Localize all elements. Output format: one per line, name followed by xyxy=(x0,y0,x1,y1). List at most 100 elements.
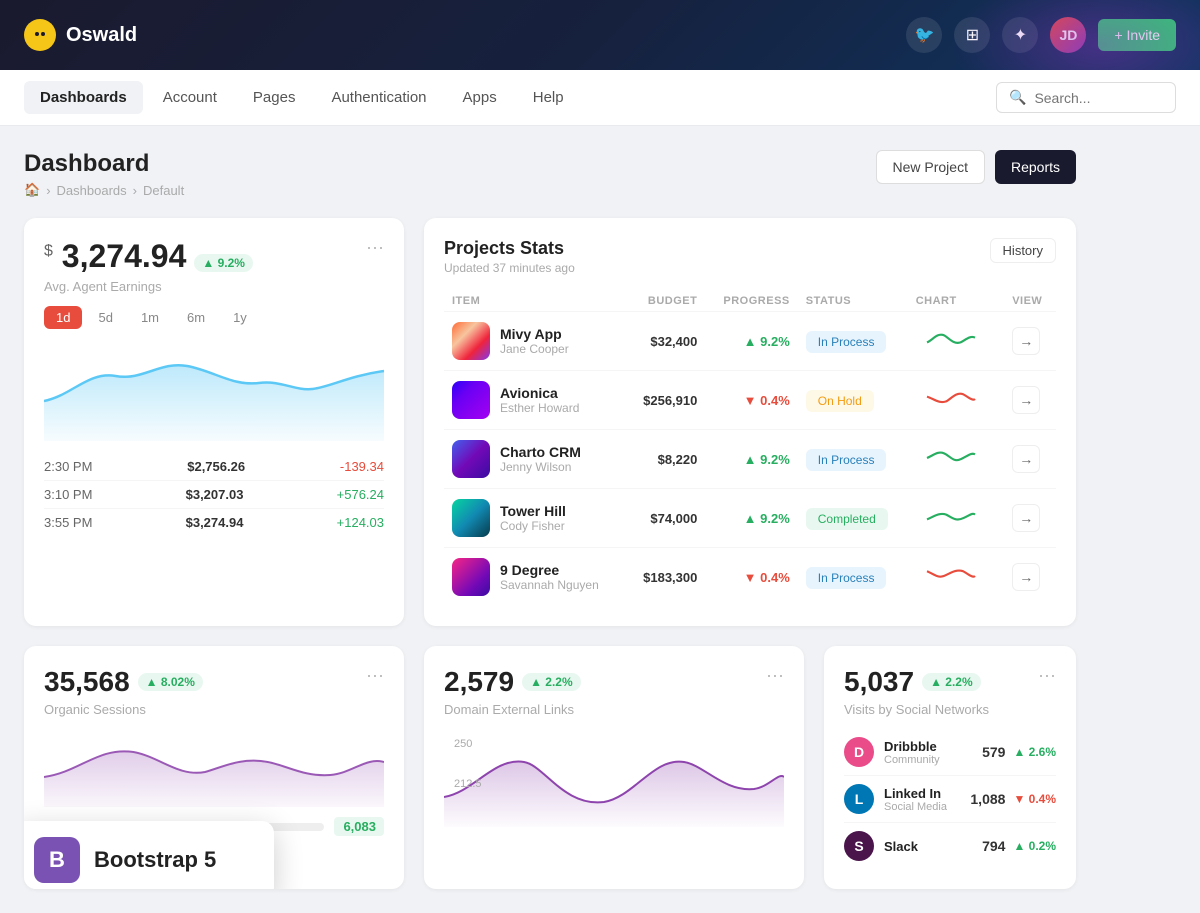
view-project-button[interactable]: → xyxy=(1012,386,1040,414)
reports-button[interactable]: Reports xyxy=(995,150,1076,184)
nav-item-authentication[interactable]: Authentication xyxy=(315,81,442,114)
projects-card: Projects Stats Updated 37 minutes ago Hi… xyxy=(424,218,1076,626)
project-chart xyxy=(908,371,1004,430)
table-row: 9 Degree Savannah Nguyen $183,300 ▼ 0.4%… xyxy=(444,548,1056,607)
view-project-button[interactable]: → xyxy=(1012,327,1040,355)
col-chart: CHART xyxy=(908,291,1004,312)
invite-button[interactable]: + Invite xyxy=(1098,19,1176,51)
social-count: 1,088 xyxy=(970,791,1005,807)
col-view: VIEW xyxy=(1004,291,1056,312)
organic-value: 35,568 xyxy=(44,666,130,698)
social-change: ▼ 0.4% xyxy=(1013,792,1056,806)
earnings-badge: ▲ 9.2% xyxy=(194,254,253,272)
project-budget: $8,220 xyxy=(627,430,706,489)
organic-more-button[interactable]: ⋯ xyxy=(366,666,384,687)
app-name: Oswald xyxy=(66,24,137,47)
social-change: ▲ 2.6% xyxy=(1013,745,1056,759)
table-row: Mivy App Jane Cooper $32,400 ▲ 9.2% In P… xyxy=(444,312,1056,371)
share-icon-btn[interactable]: ✦ xyxy=(1002,17,1038,53)
nav-item-account[interactable]: Account xyxy=(147,81,233,114)
project-progress: ▲ 9.2% xyxy=(705,489,797,548)
currency-symbol: $ xyxy=(44,242,53,259)
project-name: Avionica xyxy=(500,385,579,401)
col-budget: BUDGET xyxy=(627,291,706,312)
project-owner: Savannah Nguyen xyxy=(500,578,599,592)
cards-row-top: $ 3,274.94 ▲ 9.2% Avg. Agent Earnings ⋯ … xyxy=(24,218,1076,626)
col-item: ITEM xyxy=(444,291,627,312)
social-name: Slack xyxy=(884,839,982,854)
project-name: Charto CRM xyxy=(500,444,581,460)
project-progress: ▼ 0.4% xyxy=(705,548,797,607)
projects-subtitle: Updated 37 minutes ago xyxy=(444,261,575,275)
organic-chart xyxy=(44,727,384,807)
time-filter-1m[interactable]: 1m xyxy=(129,306,171,329)
project-owner: Jenny Wilson xyxy=(500,460,581,474)
search-input[interactable] xyxy=(1034,90,1163,106)
home-icon: 🏠 xyxy=(24,182,40,198)
project-chart xyxy=(908,489,1004,548)
page-header: Dashboard 🏠 › Dashboards › Default New P… xyxy=(24,150,1076,198)
nav-item-dashboards[interactable]: Dashboards xyxy=(24,81,143,114)
view-project-button[interactable]: → xyxy=(1012,563,1040,591)
external-value: 2,579 xyxy=(444,666,514,698)
social-icon: L xyxy=(844,784,874,814)
external-more-button[interactable]: ⋯ xyxy=(766,666,784,687)
project-progress: ▼ 0.4% xyxy=(705,371,797,430)
social-icon: S xyxy=(844,831,874,861)
history-button[interactable]: History xyxy=(990,238,1056,263)
data-row-0: 2:30 PM $2,756.26 -139.34 xyxy=(44,453,384,480)
bird-icon-btn[interactable]: 🐦 xyxy=(906,17,942,53)
project-progress: ▲ 9.2% xyxy=(705,312,797,371)
time-filter-5d[interactable]: 5d xyxy=(86,306,124,329)
svg-text:250: 250 xyxy=(454,738,472,750)
social-item: S Slack 794 ▲ 0.2% xyxy=(844,822,1056,869)
top-bar-actions: 🐦 ⊞ ✦ JD + Invite xyxy=(906,17,1176,53)
social-icon: D xyxy=(844,737,874,767)
view-project-button[interactable]: → xyxy=(1012,504,1040,532)
nav-item-help[interactable]: Help xyxy=(517,81,580,114)
top-bar: Oswald 🐦 ⊞ ✦ JD + Invite xyxy=(0,0,1200,70)
social-items: D Dribbble Community 579 ▲ 2.6% L Linked… xyxy=(844,729,1056,869)
nav-item-apps[interactable]: Apps xyxy=(447,81,513,114)
screen-icon-btn[interactable]: ⊞ xyxy=(954,17,990,53)
project-progress: ▲ 9.2% xyxy=(705,430,797,489)
external-chart: 250 212.5 xyxy=(444,727,784,827)
project-budget: $32,400 xyxy=(627,312,706,371)
social-card: 5,037 ▲ 2.2% Visits by Social Networks ⋯… xyxy=(824,646,1076,889)
time-filter-6m[interactable]: 6m xyxy=(175,306,217,329)
svg-text:212.5: 212.5 xyxy=(454,778,482,790)
cards-row-bottom: 35,568 ▲ 8.02% Organic Sessions ⋯ xyxy=(24,646,1076,889)
earnings-header: $ 3,274.94 ▲ 9.2% Avg. Agent Earnings ⋯ xyxy=(44,238,384,294)
social-info-header: 5,037 ▲ 2.2% Visits by Social Networks xyxy=(844,666,989,717)
external-links-card: 2,579 ▲ 2.2% Domain External Links ⋯ xyxy=(424,646,804,889)
earnings-amount: $ 3,274.94 xyxy=(44,238,186,275)
status-badge: In Process xyxy=(806,331,887,353)
project-thumb xyxy=(452,558,490,596)
avatar[interactable]: JD xyxy=(1050,17,1086,53)
logo-icon xyxy=(24,19,56,51)
new-project-button[interactable]: New Project xyxy=(876,150,985,184)
organic-badge: ▲ 8.02% xyxy=(138,673,203,691)
earnings-card: $ 3,274.94 ▲ 9.2% Avg. Agent Earnings ⋯ … xyxy=(24,218,404,626)
time-filter-1y[interactable]: 1y xyxy=(221,306,259,329)
status-badge: In Process xyxy=(806,567,887,589)
time-filter-1d[interactable]: 1d xyxy=(44,306,82,329)
page-header-actions: New Project Reports xyxy=(876,150,1077,184)
projects-table: ITEM BUDGET PROGRESS STATUS CHART VIEW M… xyxy=(444,291,1056,606)
bootstrap-card: B Bootstrap 5 xyxy=(24,821,274,889)
project-chart xyxy=(908,312,1004,371)
table-row: Avionica Esther Howard $256,910 ▼ 0.4% O… xyxy=(444,371,1056,430)
amount-2: $3,274.94 xyxy=(186,515,244,530)
organic-subtitle: Organic Sessions xyxy=(44,702,203,717)
logo-area: Oswald xyxy=(24,19,906,51)
nav-item-pages[interactable]: Pages xyxy=(237,81,312,114)
social-more-button[interactable]: ⋯ xyxy=(1038,666,1056,687)
more-button[interactable]: ⋯ xyxy=(366,238,384,259)
organic-info: 35,568 ▲ 8.02% Organic Sessions xyxy=(44,666,203,717)
change-0: -139.34 xyxy=(340,459,384,474)
social-item: L Linked In Social Media 1,088 ▼ 0.4% xyxy=(844,775,1056,822)
time-1: 3:10 PM xyxy=(44,487,92,502)
view-project-button[interactable]: → xyxy=(1012,445,1040,473)
social-info: Dribbble Community xyxy=(884,739,982,766)
breadcrumb-dashboards: Dashboards xyxy=(57,183,127,198)
